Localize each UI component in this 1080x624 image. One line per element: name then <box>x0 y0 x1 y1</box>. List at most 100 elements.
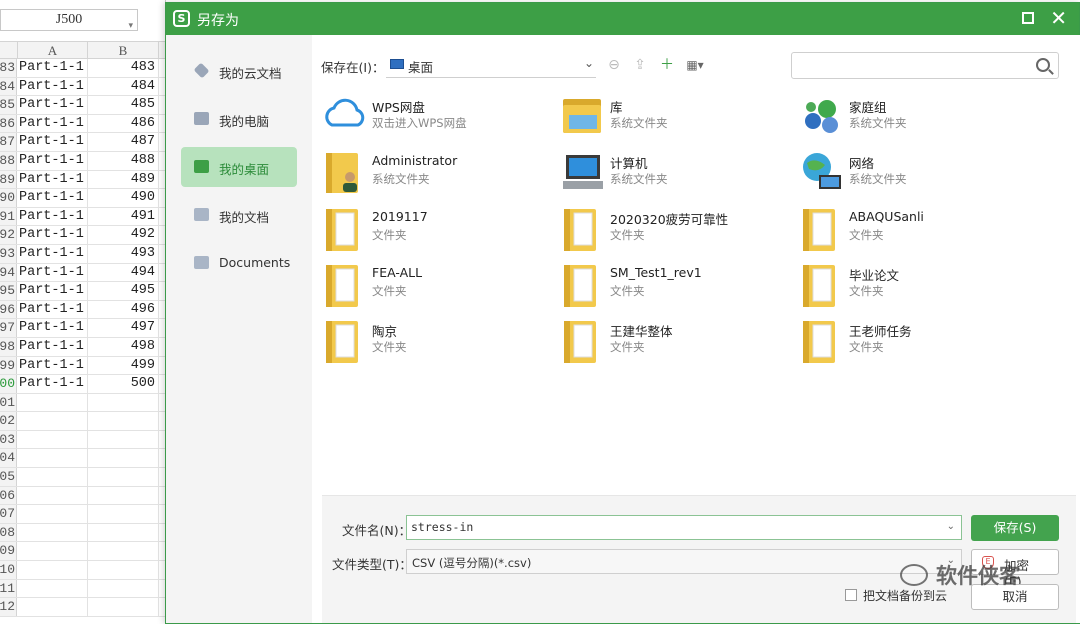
row-number[interactable]: 498 <box>0 337 17 356</box>
cell-b[interactable] <box>88 486 159 505</box>
cell-a[interactable] <box>18 486 88 505</box>
up-folder-icon[interactable]: ⇪ <box>630 55 650 75</box>
cell-a[interactable]: Part-1-1 <box>18 300 88 319</box>
cell-b[interactable]: 491 <box>88 207 159 226</box>
cell-a[interactable]: Part-1-1 <box>18 244 88 263</box>
search-input[interactable] <box>791 52 1059 79</box>
chevron-down-icon[interactable]: ⌄ <box>584 56 594 70</box>
cell-b[interactable] <box>88 579 159 598</box>
dialog-title-bar[interactable]: S 另存为 ✕ <box>166 3 1079 35</box>
cell-b[interactable]: 500 <box>88 375 159 393</box>
row-number[interactable]: 511 <box>0 579 17 598</box>
cell-b[interactable] <box>88 430 159 449</box>
cell-b[interactable]: 497 <box>88 319 159 337</box>
cell-b[interactable]: 498 <box>88 337 159 356</box>
save-location-dropdown[interactable]: 桌面 ⌄ <box>386 51 596 78</box>
file-item[interactable]: ABAQUSanli 文件夹 <box>799 205 1029 255</box>
file-item[interactable]: 库系统文件夹 <box>560 93 790 143</box>
cell-b[interactable] <box>88 523 159 542</box>
column-header-a[interactable]: A <box>18 42 88 59</box>
cloud-backup-checkbox[interactable] <box>845 589 857 601</box>
row-number[interactable]: 504 <box>0 449 17 468</box>
file-item[interactable]: 2020320疲劳可靠性 文件夹 <box>560 205 790 255</box>
cell-a[interactable] <box>18 430 88 449</box>
cell-a[interactable]: Part-1-1 <box>18 375 88 393</box>
cell-b[interactable]: 486 <box>88 114 159 133</box>
file-item[interactable]: FEA-ALL 文件夹 <box>322 261 552 311</box>
cell-a[interactable]: Part-1-1 <box>18 114 88 133</box>
chevron-down-icon[interactable]: ⌄ <box>947 521 955 532</box>
cell-a[interactable]: Part-1-1 <box>18 151 88 170</box>
cell-a[interactable] <box>18 561 88 579</box>
cell-b[interactable]: 484 <box>88 77 159 96</box>
cell-b[interactable] <box>88 393 159 412</box>
chevron-down-icon[interactable]: ▾ <box>128 15 133 35</box>
cell-a[interactable]: Part-1-1 <box>18 133 88 151</box>
file-item[interactable]: SM_Test1_rev1 文件夹 <box>560 261 790 311</box>
cell-a[interactable] <box>18 393 88 412</box>
file-item[interactable]: 计算机 系统文件夹 <box>560 149 790 199</box>
cell-a[interactable]: Part-1-1 <box>18 207 88 226</box>
row-number[interactable]: 497 <box>0 319 17 337</box>
row-number[interactable]: 486 <box>0 114 17 133</box>
row-number[interactable]: 485 <box>0 96 17 114</box>
sidebar-item-cloud-docs[interactable]: 我的云文档 <box>181 51 297 91</box>
cell-b[interactable]: 495 <box>88 282 159 300</box>
save-button[interactable]: 保存(S) <box>971 515 1059 541</box>
file-item[interactable]: 王老师任务 文件夹 <box>799 317 1029 367</box>
row-number[interactable]: 500 <box>0 375 17 393</box>
row-number[interactable]: 502 <box>0 412 17 430</box>
cell-a[interactable]: Part-1-1 <box>18 282 88 300</box>
cell-a[interactable]: Part-1-1 <box>18 263 88 282</box>
column-header-b[interactable]: B <box>88 42 159 59</box>
row-number[interactable]: 496 <box>0 300 17 319</box>
cell-b[interactable]: 485 <box>88 96 159 114</box>
cell-b[interactable]: 496 <box>88 300 159 319</box>
filename-field[interactable]: stress-in ⌄ <box>406 515 962 540</box>
sidebar-item-my-documents[interactable]: 我的文档 <box>181 195 297 235</box>
file-item[interactable]: 家庭组 系统文件夹 <box>799 93 1029 143</box>
row-number[interactable]: 505 <box>0 468 17 486</box>
row-number[interactable]: 495 <box>0 282 17 300</box>
file-item[interactable]: 网络 系统文件夹 <box>799 149 1029 199</box>
sidebar-item-my-desktop[interactable]: 我的桌面 <box>181 147 297 187</box>
cell-a[interactable]: Part-1-1 <box>18 59 88 77</box>
row-number[interactable]: 492 <box>0 226 17 244</box>
row-number[interactable]: 506 <box>0 486 17 505</box>
cell-b[interactable]: 494 <box>88 263 159 282</box>
row-number[interactable]: 484 <box>0 77 17 96</box>
file-item[interactable]: Administrator 系统文件夹 <box>322 149 552 199</box>
close-icon[interactable]: ✕ <box>1050 6 1067 30</box>
row-number[interactable]: 512 <box>0 598 17 616</box>
cell-b[interactable]: 499 <box>88 356 159 375</box>
cell-a[interactable]: Part-1-1 <box>18 356 88 375</box>
cell-b[interactable] <box>88 468 159 486</box>
cell-b[interactable]: 488 <box>88 151 159 170</box>
cell-b[interactable]: 490 <box>88 189 159 207</box>
cell-b[interactable] <box>88 449 159 468</box>
cell-b[interactable] <box>88 505 159 523</box>
cell-b[interactable] <box>88 598 159 616</box>
search-icon[interactable] <box>1036 58 1050 72</box>
row-number[interactable]: 494 <box>0 263 17 282</box>
cell-a[interactable]: Part-1-1 <box>18 337 88 356</box>
row-number[interactable]: 483 <box>0 59 17 77</box>
cell-a[interactable]: Part-1-1 <box>18 319 88 337</box>
row-number[interactable]: 501 <box>0 393 17 412</box>
cell-a[interactable]: Part-1-1 <box>18 77 88 96</box>
file-item[interactable]: 2019117 文件夹 <box>322 205 552 255</box>
cell-a[interactable]: Part-1-1 <box>18 170 88 189</box>
cell-b[interactable] <box>88 542 159 561</box>
filetype-select[interactable]: CSV (逗号分隔)(*.csv) ⌄ <box>406 549 962 574</box>
cell-a[interactable] <box>18 505 88 523</box>
file-item[interactable]: 王建华整体 文件夹 <box>560 317 790 367</box>
row-number[interactable]: 510 <box>0 561 17 579</box>
row-number[interactable]: 491 <box>0 207 17 226</box>
back-icon[interactable]: ⊖ <box>604 55 624 75</box>
row-number[interactable]: 487 <box>0 133 17 151</box>
cell-b[interactable] <box>88 412 159 430</box>
cell-b[interactable]: 489 <box>88 170 159 189</box>
new-folder-icon[interactable]: ＋ <box>657 55 677 75</box>
cell-a[interactable] <box>18 449 88 468</box>
file-item[interactable]: WPS网盘 双击进入WPS网盘 <box>322 93 552 143</box>
